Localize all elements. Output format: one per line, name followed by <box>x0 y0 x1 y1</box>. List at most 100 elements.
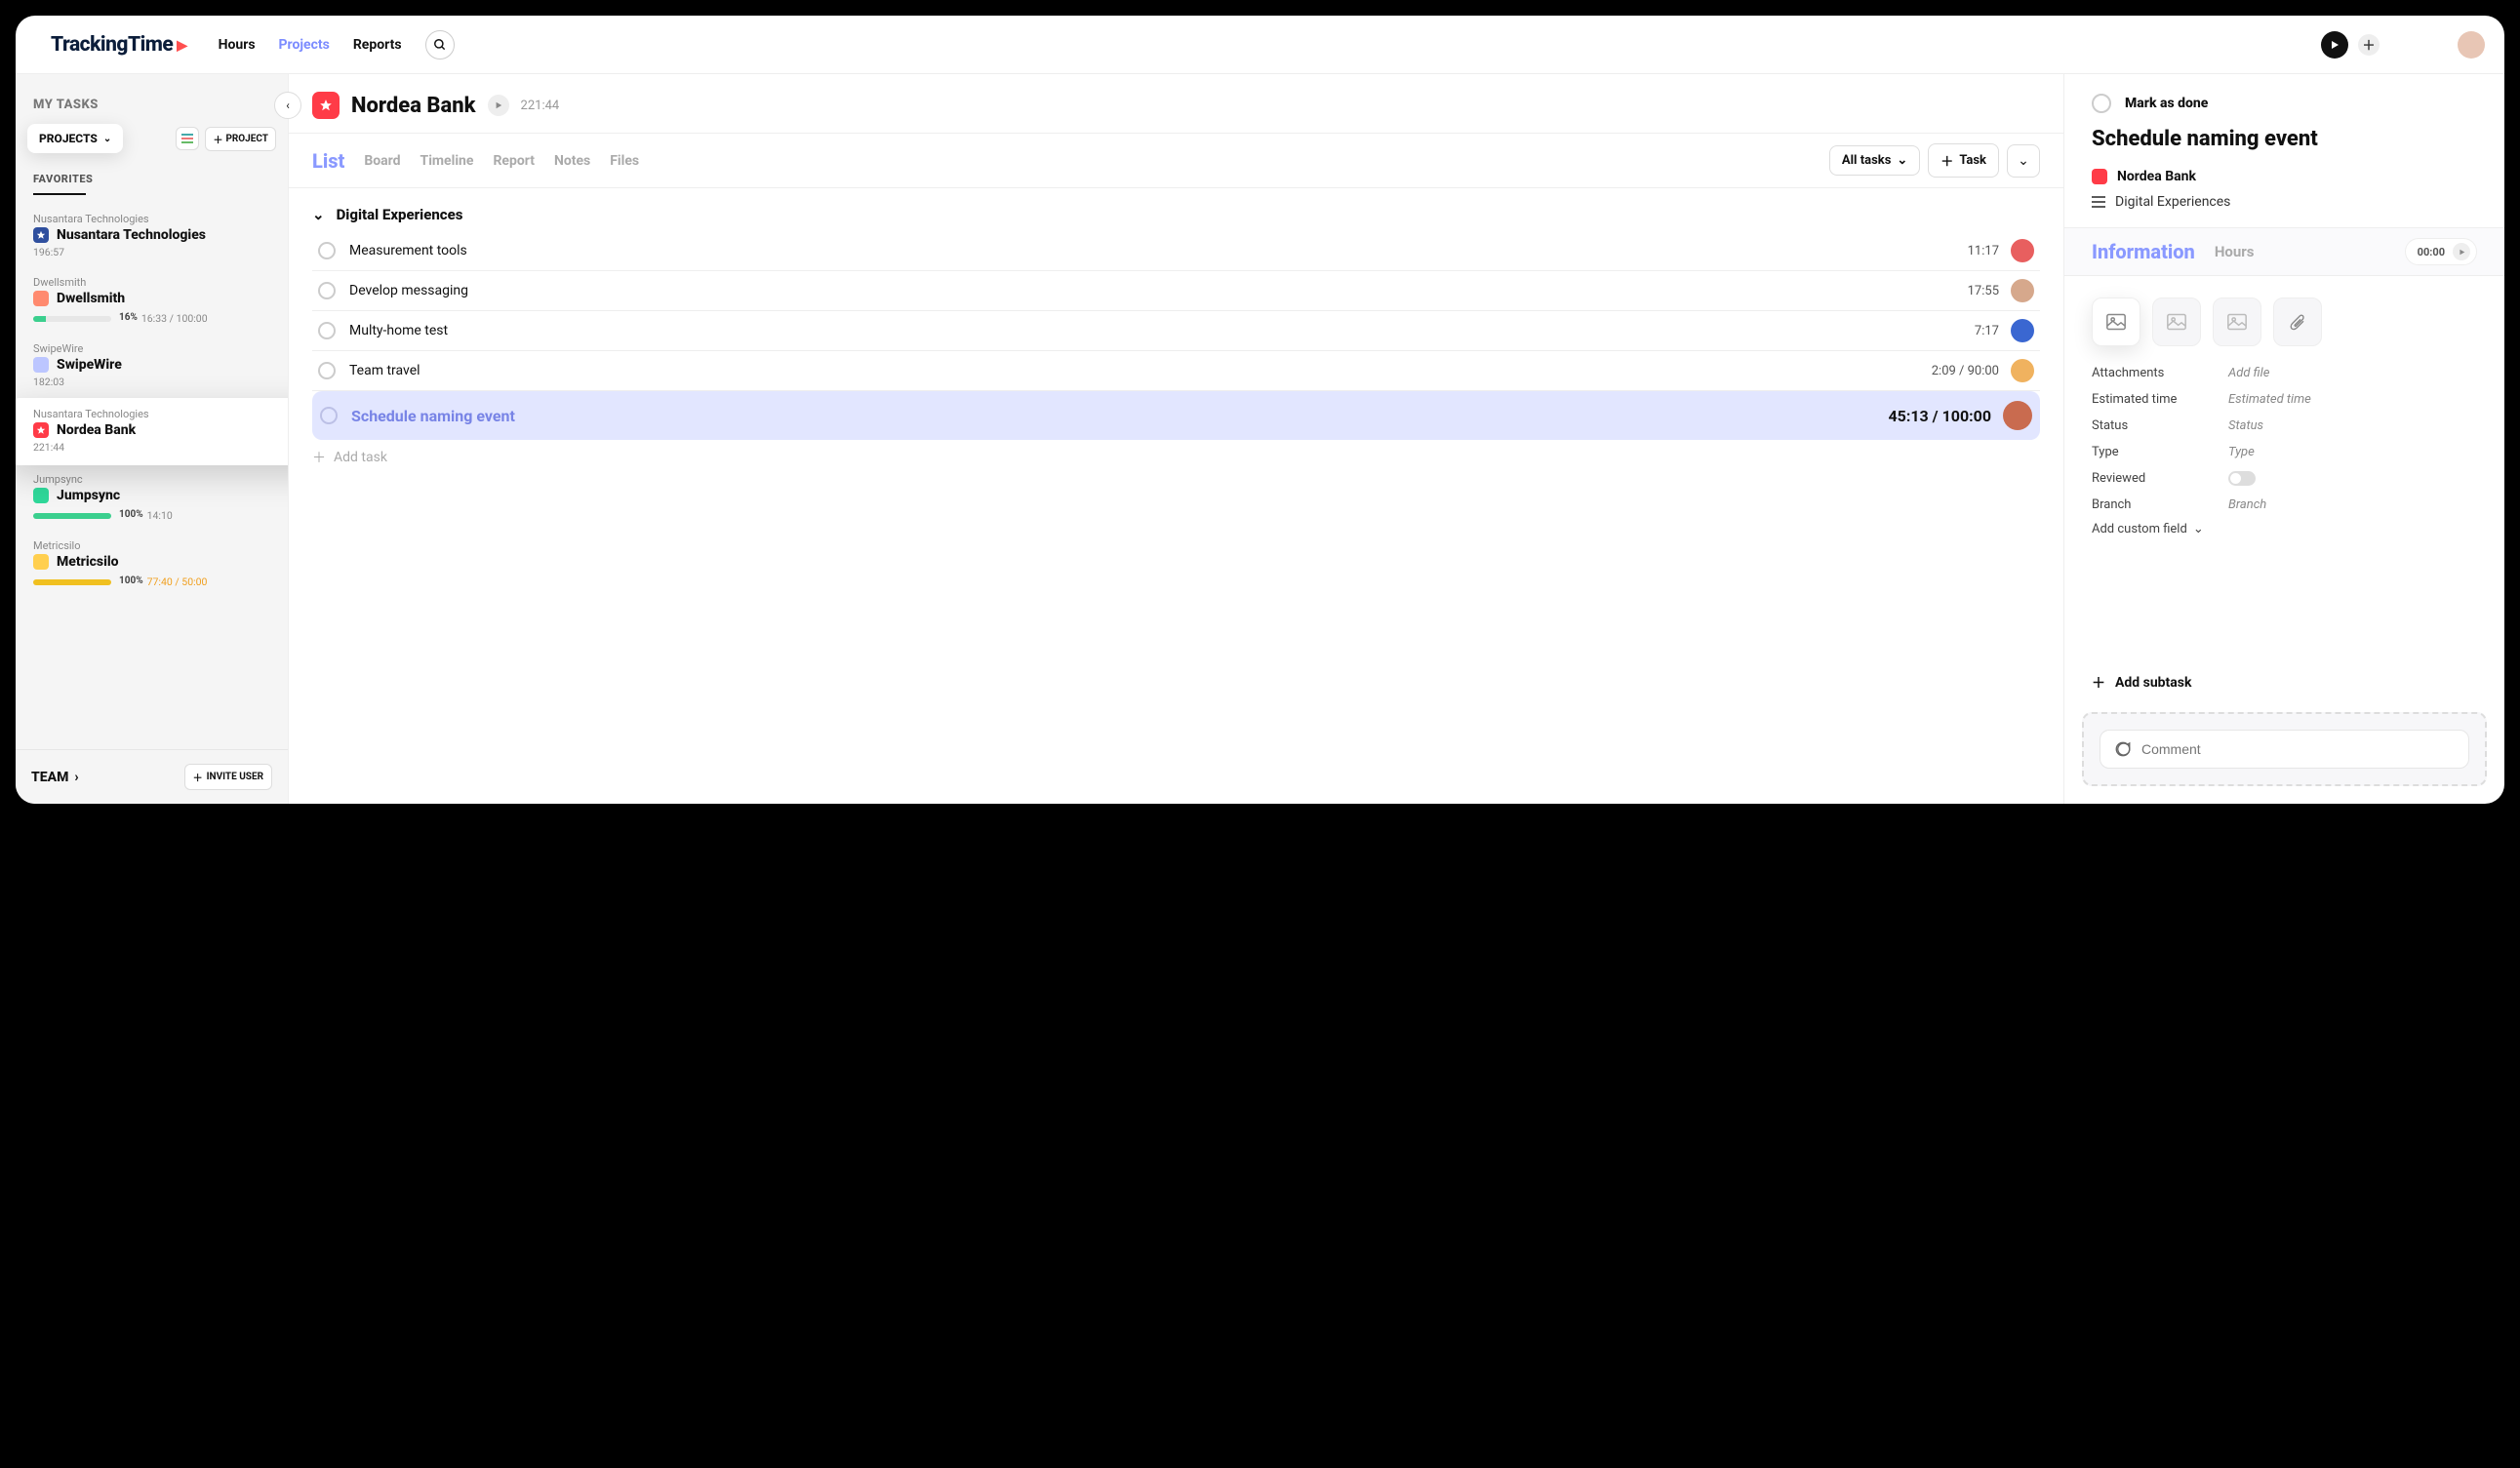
tab-list[interactable]: List <box>312 149 344 173</box>
field-value-estimated[interactable]: Estimated time <box>2228 392 2311 407</box>
task-row[interactable]: Develop messaging17:55 <box>312 271 2040 311</box>
projects-dropdown[interactable]: PROJECTS ⌄ <box>27 124 123 153</box>
field-label-estimated: Estimated time <box>2092 392 2228 407</box>
tab-files[interactable]: Files <box>610 153 639 169</box>
info-tab-hours[interactable]: Hours <box>2215 243 2255 260</box>
task-complete-checkbox[interactable] <box>318 242 336 259</box>
add-task-label: Task <box>1959 153 1986 168</box>
task-row[interactable]: Measurement tools11:17 <box>312 231 2040 271</box>
task-assignee-avatar[interactable] <box>2011 359 2034 382</box>
field-label-type: Type <box>2092 445 2228 459</box>
task-assignee-avatar[interactable] <box>2011 319 2034 342</box>
plus-icon: ＋ <box>193 770 203 784</box>
info-tab-information[interactable]: Information <box>2092 240 2195 263</box>
nav-hours[interactable]: Hours <box>219 37 256 53</box>
section-header[interactable]: ⌄ Digital Experiences <box>312 206 2040 223</box>
task-row[interactable]: Multy-home test7:17 <box>312 311 2040 351</box>
sidebar-project-item[interactable]: Nusantara TechnologiesNusantara Technolo… <box>16 205 288 268</box>
invite-user-button[interactable]: ＋ INVITE USER <box>184 764 272 790</box>
attachment-add[interactable] <box>2273 298 2322 346</box>
task-assignee-avatar[interactable] <box>2011 239 2034 262</box>
progress-ratio: 16:33 / 100:00 <box>141 312 208 325</box>
global-timer-play[interactable] <box>2321 31 2348 59</box>
progress-bar <box>33 513 111 519</box>
task-name: Measurement tools <box>349 243 1968 258</box>
add-custom-label: Add custom field <box>2092 522 2187 536</box>
task-options-dropdown[interactable]: ⌄ <box>2007 144 2040 178</box>
task-row[interactable]: Schedule naming event45:13 / 100:00 <box>312 391 2040 440</box>
field-value-status[interactable]: Status <box>2228 418 2263 433</box>
add-task-inline[interactable]: ＋ Add task <box>312 448 2040 467</box>
field-value-attachments[interactable]: Add file <box>2228 366 2269 380</box>
add-task-button[interactable]: ＋ Task <box>1928 143 1999 178</box>
my-tasks-button[interactable]: MY TASKS <box>16 94 288 124</box>
task-complete-checkbox[interactable] <box>320 407 338 424</box>
sidebar-project-item[interactable]: SwipeWireSwipeWire182:03 <box>16 335 288 398</box>
logo: TrackingTime ▶ <box>51 33 187 57</box>
task-row[interactable]: Team travel2:09 / 90:00 <box>312 351 2040 391</box>
attachment-slot-1[interactable] <box>2092 298 2140 346</box>
task-timer-play[interactable] <box>2453 243 2470 260</box>
project-ref-name: Nordea Bank <box>2117 169 2196 184</box>
team-button[interactable]: TEAM › <box>31 770 79 785</box>
section-ref-name: Digital Experiences <box>2115 194 2230 210</box>
progress-pct: 100% <box>119 509 143 520</box>
project-total-time: 221:44 <box>521 99 560 113</box>
project-org: Dwellsmith <box>33 276 270 289</box>
sidebar-project-item[interactable]: Nusantara TechnologiesNordea Bank221:44 <box>16 398 288 465</box>
comment-icon <box>2114 740 2132 758</box>
task-section-ref[interactable]: Digital Experiences <box>2064 194 2504 227</box>
task-name: Multy-home test <box>349 323 1975 338</box>
add-subtask-button[interactable]: ＋ Add subtask <box>2064 655 2504 704</box>
sidebar-project-item[interactable]: JumpsyncJumpsync100%14:10 <box>16 465 288 532</box>
search-button[interactable] <box>425 30 455 60</box>
project-org: Nusantara Technologies <box>33 213 270 225</box>
add-project-button[interactable]: ＋ PROJECT <box>205 127 276 151</box>
comment-input[interactable] <box>2141 741 2455 757</box>
logo-text: TrackingTime <box>51 33 173 57</box>
team-label: TEAM <box>31 770 68 785</box>
task-assignee-avatar[interactable] <box>2003 401 2032 430</box>
project-org: SwipeWire <box>33 342 270 355</box>
task-complete-checkbox[interactable] <box>318 282 336 299</box>
mark-done-label[interactable]: Mark as done <box>2125 96 2208 111</box>
task-complete-checkbox[interactable] <box>318 322 336 339</box>
nav-projects[interactable]: Projects <box>279 37 330 53</box>
nav-reports[interactable]: Reports <box>353 37 402 53</box>
chevron-down-icon: ⌄ <box>103 134 111 144</box>
progress-pct: 100% <box>119 575 143 586</box>
plus-icon: ＋ <box>2092 673 2105 693</box>
project-view-toggle[interactable] <box>176 127 199 150</box>
add-custom-field[interactable]: Add custom field ⌄ <box>2092 518 2477 536</box>
task-complete-checkbox[interactable] <box>318 362 336 379</box>
task-name: Team travel <box>349 363 1932 378</box>
user-avatar[interactable] <box>2458 31 2485 59</box>
task-project-ref[interactable]: Nordea Bank <box>2064 169 2504 194</box>
reviewed-toggle[interactable] <box>2228 471 2256 486</box>
field-value-branch[interactable]: Branch <box>2228 497 2266 512</box>
chevron-down-icon: ⌄ <box>2018 153 2029 169</box>
star-icon <box>319 99 333 112</box>
field-value-type[interactable]: Type <box>2228 445 2255 459</box>
play-icon <box>2459 249 2465 256</box>
project-play-button[interactable] <box>488 95 509 116</box>
favorites-underline <box>33 193 86 195</box>
project-swatch <box>33 488 49 503</box>
global-add-button[interactable]: ＋ <box>2358 34 2380 56</box>
sidebar-project-item[interactable]: MetricsiloMetricsilo100%77:40 / 50:00 <box>16 532 288 598</box>
comment-dropzone[interactable] <box>2082 712 2487 786</box>
tab-board[interactable]: Board <box>364 153 400 169</box>
sidebar-project-item[interactable]: DwellsmithDwellsmith16%16:33 / 100:00 <box>16 268 288 335</box>
mark-done-checkbox[interactable] <box>2092 94 2111 113</box>
collapse-sidebar-button[interactable]: ‹ <box>274 92 301 119</box>
task-assignee-avatar[interactable] <box>2011 279 2034 302</box>
list-icon <box>181 133 193 144</box>
attachment-slot-2[interactable] <box>2152 298 2201 346</box>
tab-report[interactable]: Report <box>493 153 535 169</box>
field-label-reviewed: Reviewed <box>2092 471 2228 486</box>
attachment-slot-3[interactable] <box>2213 298 2261 346</box>
tab-notes[interactable]: Notes <box>554 153 590 169</box>
filter-tasks-dropdown[interactable]: All tasks ⌄ <box>1829 145 1920 176</box>
tab-timeline[interactable]: Timeline <box>420 153 474 169</box>
search-icon <box>433 38 447 52</box>
